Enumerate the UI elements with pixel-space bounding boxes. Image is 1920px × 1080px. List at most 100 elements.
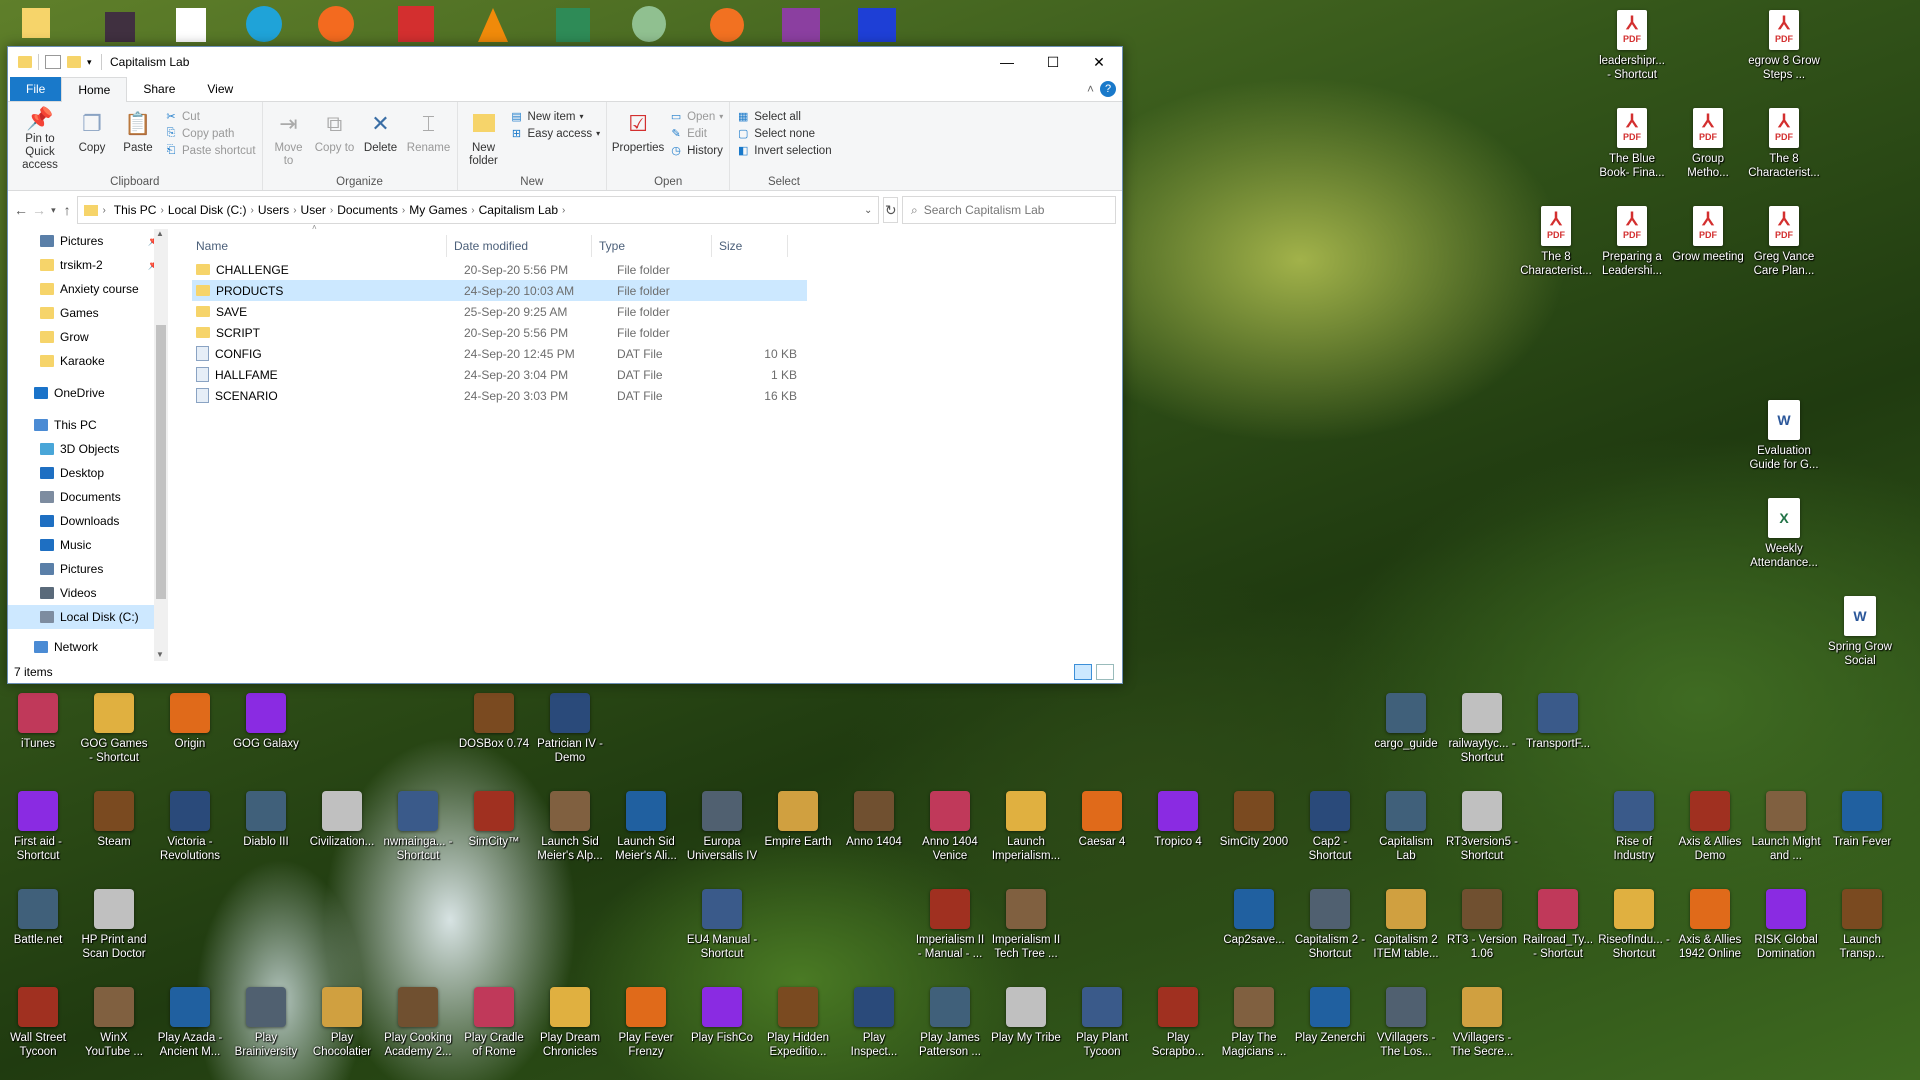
paste-shortcut-button[interactable]: ⎗ Paste shortcut xyxy=(164,144,256,157)
nav-item-this-pc[interactable]: This PC xyxy=(8,413,168,437)
nav-item-onedrive[interactable]: OneDrive xyxy=(8,381,168,405)
file-explorer-window[interactable]: ▾ Capitalism Lab — ☐ ✕ File Home Share V… xyxy=(7,46,1123,684)
select-none-button[interactable]: ▢ Select none xyxy=(736,127,831,141)
breadcrumb-item[interactable]: My Games xyxy=(405,203,471,217)
nav-item-quick-access[interactable]: Pictures📌 xyxy=(8,229,168,253)
desktop-icon[interactable]: Play Fever Frenzy xyxy=(610,987,682,1059)
desktop-icon[interactable]: Play Cooking Academy 2... xyxy=(382,987,454,1059)
help-icon[interactable]: ? xyxy=(1100,81,1116,97)
desktop-icon[interactable]: WinX YouTube ... xyxy=(78,987,150,1059)
desktop-icon[interactable]: TransportF... xyxy=(1522,693,1594,751)
copy-path-button[interactable]: ⎘ Copy path xyxy=(164,127,256,140)
vlc-icon[interactable] xyxy=(478,8,508,42)
tab-view[interactable]: View xyxy=(191,77,249,101)
scroll-down-arrow-icon[interactable]: ▼ xyxy=(156,650,164,659)
doc-icon[interactable] xyxy=(176,8,206,42)
table-row[interactable]: CHALLENGE 20-Sep-20 5:56 PM File folder xyxy=(192,259,807,280)
nav-item-pc[interactable]: Downloads xyxy=(8,509,168,533)
nav-scrollbar-thumb[interactable] xyxy=(156,325,166,599)
desktop-icon[interactable]: Anno 1404 xyxy=(838,791,910,849)
desktop-icon[interactable]: PDFGreg Vance Care Plan... xyxy=(1748,206,1820,278)
customize-toolbar-icon[interactable]: ▾ xyxy=(87,56,95,68)
breadcrumb-item[interactable]: Local Disk (C:) xyxy=(164,203,251,217)
nav-item-pc[interactable]: Pictures xyxy=(8,557,168,581)
address-bar[interactable]: › This PC › Local Disk (C:) › Users › User › Doc… xyxy=(77,196,880,224)
desktop-icon[interactable]: Play The Magicians ... xyxy=(1218,987,1290,1059)
nav-item-network[interactable]: Network xyxy=(8,635,168,659)
desktop-icon[interactable]: Patrician IV - Demo xyxy=(534,693,606,765)
desktop-icon[interactable]: Diablo III xyxy=(230,791,302,849)
rename-button[interactable]: ⌶ Rename xyxy=(407,108,451,172)
column-header-size[interactable]: Size xyxy=(711,235,788,257)
search-box[interactable]: ⌕ Search Capitalism Lab xyxy=(902,196,1117,224)
desktop-icon[interactable]: Capitalism 2 - Shortcut xyxy=(1294,889,1366,961)
desktop-icon[interactable]: Capitalism Lab xyxy=(1370,791,1442,863)
address-dropdown-icon[interactable]: ⌄ xyxy=(864,205,872,216)
desktop-icon[interactable]: Rise of Industry xyxy=(1598,791,1670,863)
desktop-icon[interactable]: PDFGroup Metho... xyxy=(1672,108,1744,180)
desktop-icon[interactable]: RT3 - Version 1.06 xyxy=(1446,889,1518,961)
new-folder-button[interactable]: New folder xyxy=(464,108,504,172)
copy-to-button[interactable]: ⧉ Copy to xyxy=(315,108,355,172)
breadcrumb-item[interactable]: Capitalism Lab xyxy=(475,203,562,217)
column-header-date[interactable]: Date modified xyxy=(446,235,592,257)
desktop-icon[interactable]: PDFegrow 8 Grow Steps ... xyxy=(1748,10,1820,82)
open-button[interactable]: ▭ Open ▾ xyxy=(669,110,723,124)
tab-home[interactable]: Home xyxy=(61,76,128,102)
desktop-icon[interactable]: PDFThe 8 Characterist... xyxy=(1520,206,1592,278)
table-row[interactable]: PRODUCTS 24-Sep-20 10:03 AM File folder xyxy=(192,280,807,301)
delete-button[interactable]: ✕ Delete xyxy=(361,108,401,172)
desktop-icon[interactable]: RISK Global Domination xyxy=(1750,889,1822,961)
desktop-icon[interactable]: Civilization... xyxy=(306,791,378,849)
desktop-icon[interactable]: Play James Patterson ... xyxy=(914,987,986,1059)
move-to-button[interactable]: ⇥ Move to xyxy=(269,108,309,172)
app-icon[interactable] xyxy=(632,6,666,42)
desktop-icon[interactable]: Wall Street Tycoon xyxy=(2,987,74,1059)
breadcrumb-item[interactable]: User xyxy=(297,203,330,217)
refresh-icon[interactable]: ↻ xyxy=(883,197,899,223)
desktop-icon[interactable]: Origin xyxy=(154,693,226,751)
desktop-icon[interactable]: Imperialism II Tech Tree ... xyxy=(990,889,1062,961)
column-header-name[interactable]: Name xyxy=(188,235,447,257)
edge-icon[interactable] xyxy=(246,6,282,42)
column-header-type[interactable]: Type xyxy=(591,235,712,257)
desktop-icon[interactable]: W Spring Grow Social xyxy=(1824,596,1896,668)
close-button[interactable]: ✕ xyxy=(1076,47,1122,77)
desktop-icon[interactable]: Axis & Allies 1942 Online xyxy=(1674,889,1746,961)
desktop-icon[interactable]: Play Hidden Expeditio... xyxy=(762,987,834,1059)
tab-file[interactable]: File xyxy=(10,77,62,101)
history-button[interactable]: ◷ History xyxy=(669,144,723,158)
desktop-icon[interactable]: Play Inspect... xyxy=(838,987,910,1059)
desktop-icon[interactable]: HP Print and Scan Doctor xyxy=(78,889,150,961)
table-row[interactable]: SCRIPT 20-Sep-20 5:56 PM File folder xyxy=(192,322,807,343)
new-folder-icon[interactable] xyxy=(67,56,81,68)
desktop-icon[interactable]: Caesar 4 xyxy=(1066,791,1138,849)
chevron-right-icon[interactable]: › xyxy=(562,205,565,216)
invert-selection-button[interactable]: ◧ Invert selection xyxy=(736,144,832,158)
desktop-icon[interactable]: PDFThe 8 Characterist... xyxy=(1748,108,1820,180)
recent-locations-chevron-icon[interactable]: ▾ xyxy=(50,205,57,216)
properties-icon[interactable] xyxy=(45,55,61,69)
nav-item-pc[interactable]: Documents xyxy=(8,485,168,509)
nav-item-pc[interactable]: 3D Objects xyxy=(8,437,168,461)
nav-item-quick-access[interactable]: Grow xyxy=(8,325,168,349)
firefox-icon[interactable] xyxy=(318,6,354,42)
desktop-icon[interactable]: Imperialism II - Manual - ... xyxy=(914,889,986,961)
folder-icon[interactable] xyxy=(22,8,50,38)
nav-item-pc[interactable]: Desktop xyxy=(8,461,168,485)
desktop-icon[interactable]: Train Fever xyxy=(1826,791,1898,849)
nav-item-pc[interactable]: Music xyxy=(8,533,168,557)
desktop-icon[interactable]: cargo_guide xyxy=(1370,693,1442,751)
maximize-button[interactable]: ☐ xyxy=(1030,47,1076,77)
copy-button[interactable]: ❐ Copy xyxy=(72,108,112,172)
app-icon[interactable] xyxy=(782,8,820,42)
nav-item-quick-access[interactable]: Karaoke xyxy=(8,349,168,373)
nav-item-pc[interactable]: Local Disk (C:) xyxy=(8,605,168,629)
acrobat-icon[interactable] xyxy=(398,6,434,42)
desktop-icon[interactable]: Launch Sid Meier's Alp... xyxy=(534,791,606,863)
desktop-icon[interactable]: Play Plant Tycoon xyxy=(1066,987,1138,1059)
nav-item-quick-access[interactable]: Games xyxy=(8,301,168,325)
desktop-icon[interactable]: railwaytyc... - Shortcut xyxy=(1446,693,1518,765)
up-arrow-icon[interactable]: ↑ xyxy=(61,202,74,218)
desktop-icon[interactable]: VVillagers - The Los... xyxy=(1370,987,1442,1059)
